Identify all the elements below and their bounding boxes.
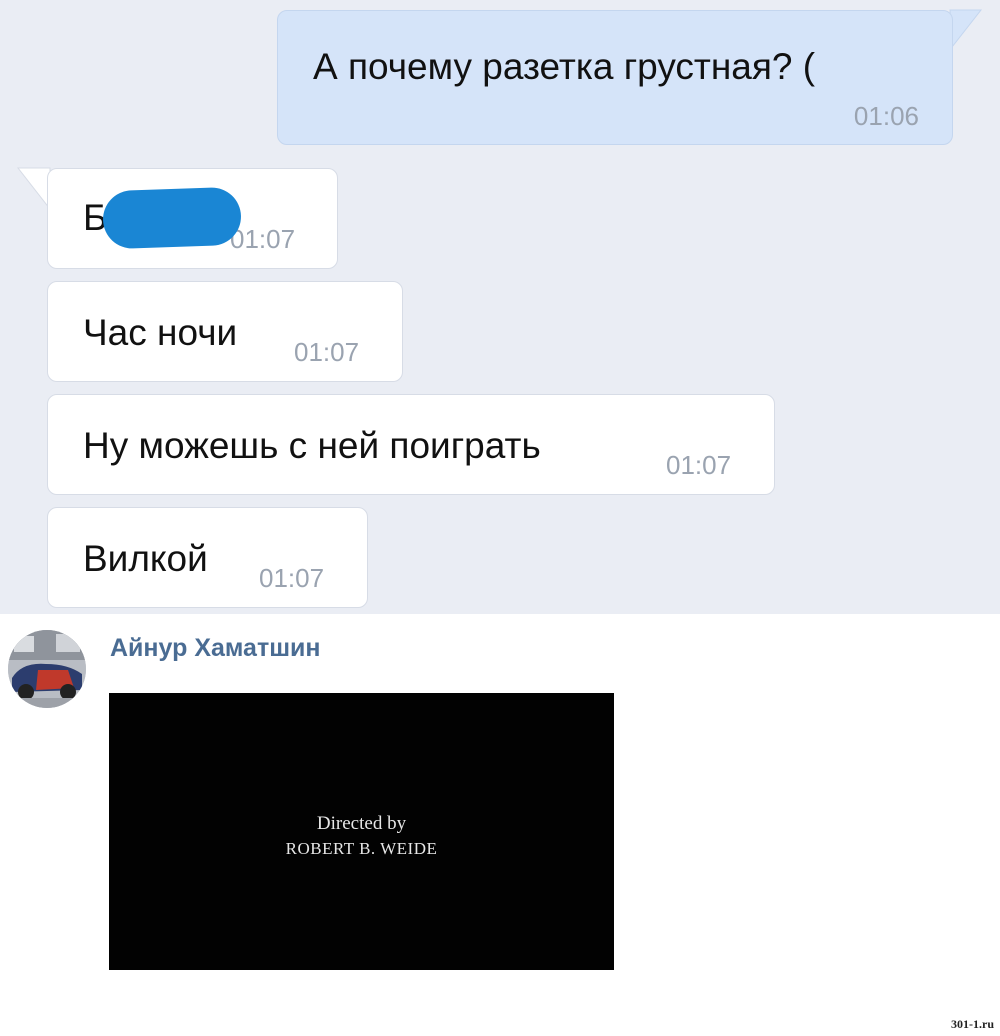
watermark: 301-1.ru <box>951 1017 994 1031</box>
message-time: 01:07 <box>294 337 360 367</box>
comment-author-link[interactable]: Айнур Хаматшин <box>110 634 321 663</box>
message-bubble-incoming[interactable]: Вилкой 01:07 <box>47 507 368 608</box>
car-photo-icon <box>8 630 86 708</box>
message-time: 01:07 <box>666 450 732 480</box>
message-text: А почему разетка грустная? ( <box>313 46 816 87</box>
video-credit-line-1: Directed by <box>316 813 407 834</box>
outgoing-bubble-tail <box>949 9 983 49</box>
message-bubble-incoming[interactable]: Ну можешь с ней поиграть 01:07 <box>47 394 775 495</box>
message-time: 01:07 <box>259 563 325 593</box>
message-text: Ну можешь с ней поиграть <box>83 425 541 466</box>
message-text: Вилкой <box>83 538 208 579</box>
message-time: 01:06 <box>853 101 919 131</box>
video-attachment[interactable]: Directed by ROBERT B. WEIDE <box>109 693 614 970</box>
message-bubble-incoming[interactable]: Час ночи 01:07 <box>47 281 403 382</box>
avatar[interactable] <box>8 630 86 708</box>
comment-block: Айнур Хаматшин Directed by ROBERT B. WEI… <box>0 614 1000 1036</box>
message-text: Час ночи <box>83 312 238 353</box>
message-bubble-outgoing[interactable]: А почему разетка грустная? ( 01:06 <box>277 10 953 145</box>
chat-history: А почему разетка грустная? ( 01:06 Б 01:… <box>0 0 1000 614</box>
message-bubble-incoming[interactable]: Б 01:07 <box>47 168 338 269</box>
screenshot: А почему разетка грустная? ( 01:06 Б 01:… <box>0 0 1000 1036</box>
message-time: 01:07 <box>230 224 296 254</box>
redaction-blob <box>102 186 242 250</box>
video-credit-line-2: ROBERT B. WEIDE <box>285 839 438 858</box>
